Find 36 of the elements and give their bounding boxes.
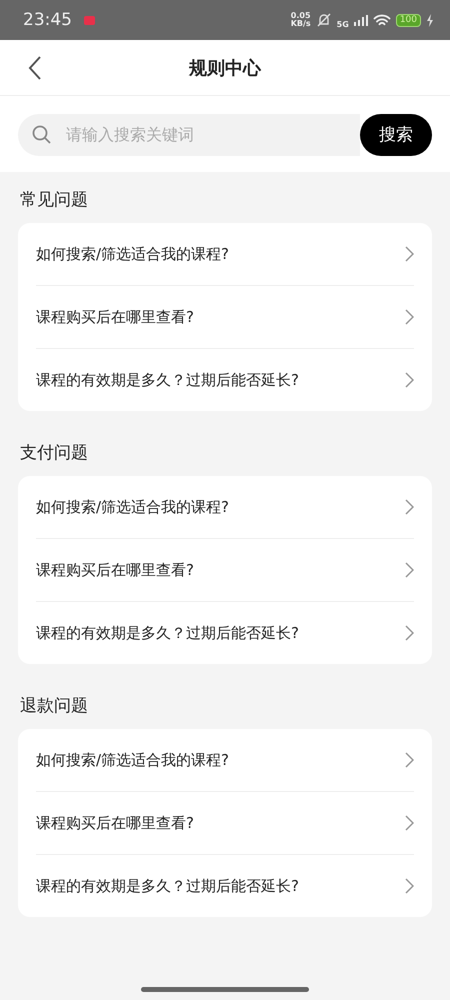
chevron-right-icon xyxy=(405,562,414,578)
faq-item[interactable]: 课程的有效期是多久？过期后能否延长? xyxy=(36,855,414,917)
faq-item[interactable]: 如何搜索/筛选适合我的课程? xyxy=(36,223,414,286)
search-input[interactable]: 请输入搜索关键词 xyxy=(64,124,346,145)
chevron-right-icon xyxy=(405,246,414,262)
signal-icon xyxy=(354,14,368,26)
wifi-icon xyxy=(372,14,391,26)
faq-item[interactable]: 如何搜索/筛选适合我的课程? xyxy=(36,729,414,792)
faq-item[interactable]: 课程的有效期是多久？过期后能否延长? xyxy=(36,349,414,411)
mute-icon xyxy=(316,13,332,27)
chevron-right-icon xyxy=(405,752,414,768)
back-icon[interactable] xyxy=(28,56,42,80)
section-title: 退款问题 xyxy=(19,695,89,718)
status-time: 23:45 xyxy=(23,10,72,30)
search-field[interactable]: 请输入搜索关键词 xyxy=(18,114,360,156)
chevron-right-icon xyxy=(405,372,414,388)
chevron-right-icon xyxy=(405,499,414,515)
section-title: 支付问题 xyxy=(19,442,89,465)
faq-item[interactable]: 课程购买后在哪里查看? xyxy=(36,539,414,602)
battery-level: 100 xyxy=(396,14,421,26)
chevron-right-icon xyxy=(405,309,414,325)
charging-icon xyxy=(426,14,434,26)
faq-item[interactable]: 如何搜索/筛选适合我的课程? xyxy=(36,476,414,539)
page-title: 规则中心 xyxy=(189,56,261,80)
search-icon xyxy=(32,124,52,144)
network-speed: 0.05 KB/s xyxy=(290,12,311,28)
chevron-right-icon xyxy=(405,878,414,894)
section-title: 常见问题 xyxy=(19,189,89,212)
chevron-right-icon xyxy=(405,625,414,641)
search-button[interactable]: 搜索 xyxy=(360,114,432,156)
chevron-right-icon xyxy=(405,815,414,831)
faq-item[interactable]: 课程购买后在哪里查看? xyxy=(36,792,414,855)
network-type: 5G xyxy=(336,20,349,28)
faq-item[interactable]: 课程购买后在哪里查看? xyxy=(36,286,414,349)
app-notification-icon xyxy=(84,16,95,24)
faq-item[interactable]: 课程的有效期是多久？过期后能否延长? xyxy=(36,602,414,664)
